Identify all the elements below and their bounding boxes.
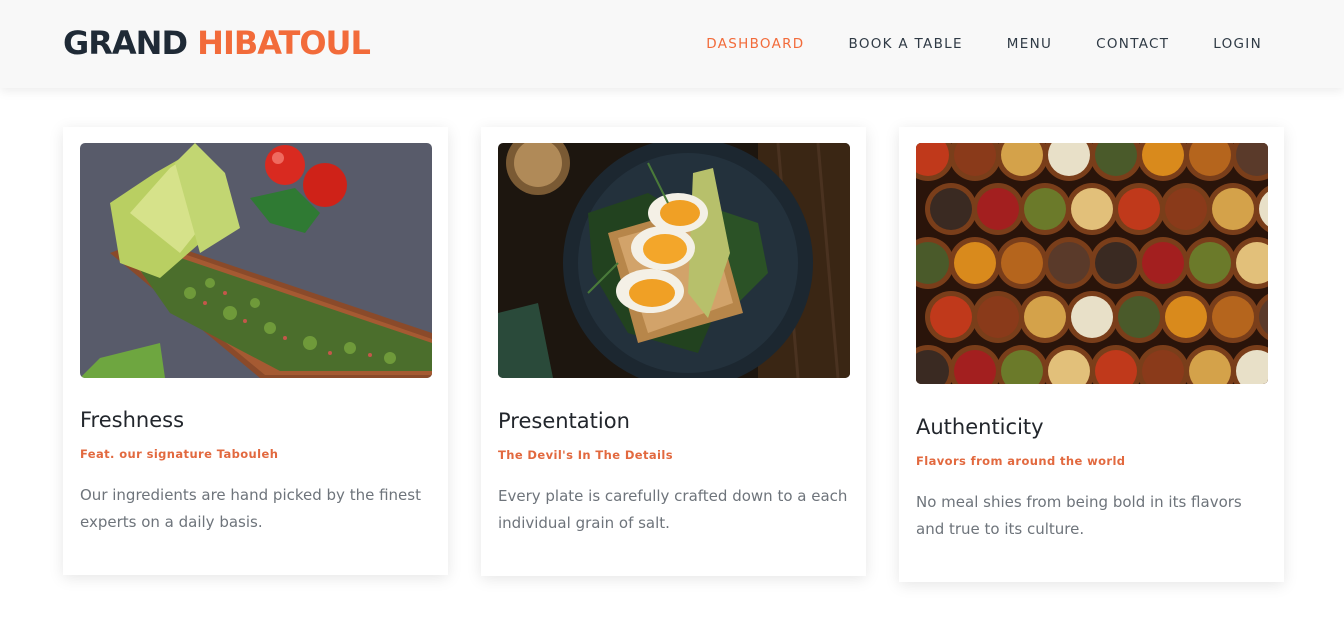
tabouleh-photo <box>80 143 432 378</box>
card-subtitle: Feat. our signature Tabouleh <box>80 447 279 461</box>
card-title: Presentation <box>498 409 630 433</box>
egg-toast-photo <box>498 143 850 378</box>
brand-name-hibatoul: HIBATOUL <box>197 24 371 62</box>
feature-card-authenticity: Authenticity Flavors from around the wor… <box>899 127 1284 582</box>
card-subtitle: The Devil's In The Details <box>498 448 673 462</box>
card-description: Every plate is carefully crafted down to… <box>498 487 848 532</box>
card-title: Freshness <box>80 408 185 432</box>
brand-logo[interactable]: GRAND HIBATOUL <box>63 23 371 63</box>
card-subtitle: Flavors from around the world <box>916 454 1126 468</box>
nav-link-menu[interactable]: MENU <box>1007 34 1052 54</box>
card-description: Our ingredients are hand picked by the f… <box>80 486 421 531</box>
nav-link-dashboard[interactable]: DASHBOARD <box>706 34 804 54</box>
feature-card-freshness: Freshness Feat. our signature Tabouleh O… <box>63 127 448 575</box>
brand-name-grand: GRAND <box>63 24 188 62</box>
nav-link-login[interactable]: LOGIN <box>1213 34 1262 54</box>
feature-card-presentation: Presentation The Devil's In The Details … <box>481 127 866 576</box>
card-description: No meal shies from being bold in its fla… <box>916 493 1242 538</box>
navbar: GRAND HIBATOUL DASHBOARD BOOK A TABLE ME… <box>0 0 1344 88</box>
main-nav: DASHBOARD BOOK A TABLE MENU CONTACT LOGI… <box>706 34 1262 54</box>
card-title: Authenticity <box>916 415 1044 439</box>
nav-link-book-a-table[interactable]: BOOK A TABLE <box>849 34 963 54</box>
spices-photo <box>916 143 1268 384</box>
nav-link-contact[interactable]: CONTACT <box>1096 34 1169 54</box>
